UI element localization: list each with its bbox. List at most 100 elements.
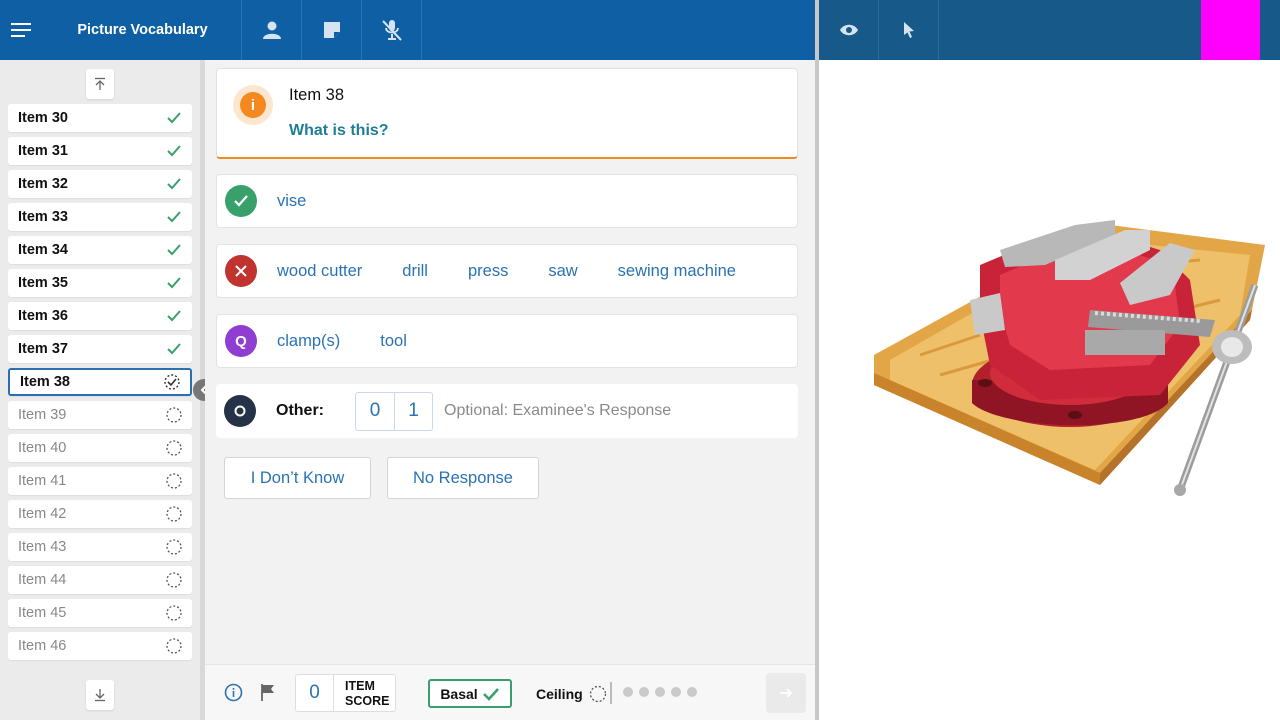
scroll-top-button[interactable] — [86, 69, 114, 99]
sidebar-item-label: Item 33 — [18, 209, 68, 225]
sidebar-item-label: Item 46 — [18, 638, 67, 654]
pane-divider[interactable] — [815, 0, 819, 720]
incorrect-response[interactable]: wood cutter — [277, 262, 362, 281]
pending-circle-icon — [166, 473, 182, 489]
ceiling-dot — [639, 687, 649, 697]
sidebar-item[interactable]: Item 46 — [8, 632, 192, 660]
pending-circle-icon — [166, 440, 182, 456]
sidebar-item-label: Item 37 — [18, 341, 68, 357]
next-button[interactable] — [766, 673, 806, 713]
basal-indicator: Basal — [428, 679, 512, 708]
item-score-label-1: ITEM — [345, 679, 375, 693]
arrow-down-to-line-icon — [95, 689, 105, 702]
incorrect-response[interactable]: drill — [402, 262, 428, 281]
sidebar-item[interactable]: Item 38 — [8, 368, 192, 396]
check-icon — [167, 211, 181, 223]
query-response[interactable]: clamp(s) — [277, 332, 340, 351]
incorrect-response[interactable]: saw — [548, 262, 577, 281]
x-icon — [225, 255, 257, 287]
pending-circle-icon — [166, 407, 182, 423]
sidebar-item[interactable]: Item 32 — [8, 170, 192, 198]
pending-circle-icon — [166, 572, 182, 588]
circle-o-icon — [224, 395, 256, 427]
question-prompt: What is this? — [289, 122, 389, 139]
sidebar-item[interactable]: Item 31 — [8, 137, 192, 165]
sidebar-item[interactable]: Item 40 — [8, 434, 192, 462]
sidebar-item-label: Item 39 — [18, 407, 67, 423]
sidebar-item-label: Item 36 — [18, 308, 68, 324]
score-1-button[interactable]: 1 — [394, 392, 432, 430]
check-icon — [167, 277, 181, 289]
view-button[interactable] — [819, 0, 879, 60]
sidebar-item[interactable]: Item 37 — [8, 335, 192, 363]
query-icon: Q — [225, 325, 257, 357]
mic-off-button[interactable] — [362, 0, 422, 60]
sidebar-item-label: Item 43 — [18, 539, 67, 555]
item-panel: i Item 38 What is this? vise wood cutter… — [205, 60, 815, 664]
examinee-button[interactable] — [242, 0, 302, 60]
sidebar-item[interactable]: Item 44 — [8, 566, 192, 594]
pending-circle-icon — [166, 638, 182, 654]
mic-off-icon — [381, 20, 402, 41]
sidebar-item-label: Item 40 — [18, 440, 67, 456]
sidebar-item[interactable]: Item 45 — [8, 599, 192, 627]
ceiling-dot — [687, 687, 697, 697]
dont-know-button[interactable]: I Don’t Know — [224, 457, 371, 499]
sidebar-item[interactable]: Item 33 — [8, 203, 192, 231]
sidebar-item-label: Item 38 — [20, 374, 70, 390]
top-toolbar: Picture Vocabulary — [0, 0, 815, 60]
in-progress-icon — [164, 374, 180, 390]
check-icon — [167, 112, 181, 124]
ceiling-dot — [655, 687, 665, 697]
question-card: i Item 38 What is this? — [216, 68, 798, 159]
sidebar-item[interactable]: Item 30 — [8, 104, 192, 132]
correct-response[interactable]: vise — [277, 192, 306, 211]
pending-circle-icon — [166, 605, 182, 621]
scroll-bottom-button[interactable] — [86, 680, 114, 710]
sidebar-item[interactable]: Item 39 — [8, 401, 192, 429]
correct-responses-row: vise — [216, 174, 798, 228]
item-score-value: 0 — [296, 675, 334, 711]
incorrect-response[interactable]: sewing machine — [618, 262, 736, 281]
item-sidebar: Item 30 Item 31 Item 32 Item 33 Item 34 Item … — [0, 60, 200, 720]
sidebar-item[interactable]: Item 35 — [8, 269, 192, 297]
examinee-response-input[interactable]: Optional: Examinee's Response — [444, 402, 671, 420]
ceiling-label: Ceiling — [536, 686, 583, 702]
sidebar-item[interactable]: Item 43 — [8, 533, 192, 561]
arrow-right-icon — [780, 688, 793, 698]
sidebar-item[interactable]: Item 34 — [8, 236, 192, 264]
flag-icon[interactable] — [260, 683, 278, 702]
sidebar-item[interactable]: Item 41 — [8, 467, 192, 495]
ceiling-dots — [623, 687, 703, 697]
sidebar-item-label: Item 44 — [18, 572, 67, 588]
person-icon — [262, 21, 281, 39]
query-response[interactable]: tool — [380, 332, 407, 351]
sidebar-item-label: Item 45 — [18, 605, 67, 621]
incorrect-responses-row: wood cutter drill press saw sewing machine — [216, 244, 798, 298]
sidebar-item-label: Item 34 — [18, 242, 68, 258]
eye-icon — [839, 24, 858, 36]
pending-circle-icon — [166, 539, 182, 555]
sidebar-item-label: Item 32 — [18, 176, 68, 192]
basal-label: Basal — [440, 685, 478, 702]
arrow-up-to-line-icon — [95, 77, 105, 90]
pointer-button[interactable] — [879, 0, 939, 60]
score-0-button[interactable]: 0 — [356, 393, 394, 430]
footer-separator — [610, 682, 612, 704]
item-score: 0 ITEM SCORE — [295, 674, 396, 712]
check-icon — [167, 310, 181, 322]
other-score-toggle: 0 1 — [355, 391, 433, 431]
color-swatch — [1201, 0, 1260, 60]
incorrect-response[interactable]: press — [468, 262, 508, 281]
sidebar-item[interactable]: Item 42 — [8, 500, 192, 528]
no-response-button[interactable]: No Response — [387, 457, 539, 499]
menu-icon[interactable] — [0, 0, 44, 60]
notes-button[interactable] — [302, 0, 362, 60]
info-icon: i — [233, 85, 273, 125]
sidebar-item[interactable]: Item 36 — [8, 302, 192, 330]
other-label: Other: — [276, 402, 324, 419]
cursor-icon — [903, 22, 914, 38]
check-icon — [167, 244, 181, 256]
info-circle-icon[interactable] — [224, 683, 243, 702]
sidebar-item-label: Item 35 — [18, 275, 68, 291]
